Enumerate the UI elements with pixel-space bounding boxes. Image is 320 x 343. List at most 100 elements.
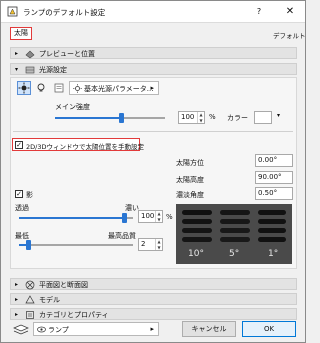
color-swatch[interactable]: [254, 111, 272, 124]
light-parameter-value: 基本光源パラメータ...: [84, 85, 154, 93]
divider: [13, 131, 293, 132]
shadow-scale-label: 5°: [229, 249, 240, 259]
category-icon: [26, 311, 34, 319]
section-category-header[interactable]: ▸ カテゴリとプロパティ: [10, 308, 297, 320]
shadow-scale-label: 1°: [268, 249, 279, 259]
preview-icon: [25, 50, 35, 59]
bulb-mode-button[interactable]: [34, 81, 48, 95]
layer-stack-icon: [13, 324, 29, 335]
stepper-icon[interactable]: ▲ ▼: [155, 211, 162, 222]
layer-dropdown[interactable]: ランプ ▸: [33, 322, 159, 336]
shadow-stroke: [182, 237, 212, 242]
sun-altitude-input[interactable]: 90.00°: [255, 171, 293, 184]
dense-label: 濃い: [125, 204, 139, 212]
shadow-stroke: [182, 210, 212, 215]
section-plan-header[interactable]: ▸ 平面図と断面図: [10, 278, 297, 290]
cancel-button[interactable]: キャンセル: [182, 321, 236, 337]
shadow-stroke: [258, 210, 286, 215]
shadow-stroke: [182, 228, 212, 233]
shadow-stroke: [258, 237, 286, 242]
main-intensity-value: 100: [181, 113, 195, 121]
main-intensity-input[interactable]: 100 ▲ ▼: [178, 111, 205, 124]
main-intensity-slider[interactable]: [55, 113, 165, 123]
main-intensity-unit: %: [209, 113, 216, 121]
section-plan-label: 平面図と断面図: [39, 281, 88, 289]
title-bar: ランプのデフォルト設定 ? ✕: [1, 1, 305, 23]
sun-small-icon: [73, 84, 82, 93]
section-light-header[interactable]: ▾ 光源設定: [10, 63, 297, 75]
section-preview-label: プレビューと位置: [39, 50, 95, 58]
transparency-slider[interactable]: [19, 213, 133, 223]
manual-sun-position-checkbox[interactable]: ✓: [15, 141, 23, 149]
shadow-stroke: [258, 228, 286, 233]
ok-button[interactable]: OK: [242, 321, 296, 337]
model-icon: [25, 295, 35, 304]
expand-arrow-icon: ▸: [15, 311, 19, 318]
quality-input[interactable]: 2 ▲ ▼: [138, 238, 163, 251]
collapse-arrow-icon: ▾: [15, 66, 19, 73]
transparency-label: 透過: [15, 204, 29, 212]
stepper-icon[interactable]: ▲ ▼: [197, 112, 204, 123]
eye-icon: [37, 326, 46, 333]
help-button[interactable]: ?: [252, 5, 266, 19]
expand-arrow-icon: ▸: [15, 281, 19, 288]
shadow-label: 影: [26, 191, 33, 199]
section-category-label: カテゴリとプロパティ: [39, 311, 109, 319]
default-label: デフォルト: [273, 32, 306, 40]
shadow-stroke: [182, 219, 212, 224]
shadow-stroke: [220, 219, 250, 224]
expand-arrow-icon: ▸: [15, 50, 19, 57]
sun-azimuth-value: 0.00°: [258, 156, 278, 164]
light-parameter-dropdown[interactable]: 基本光源パラメータ... ▸: [69, 81, 159, 95]
transparency-unit: %: [166, 213, 173, 221]
layer-dropdown-value: ランプ: [48, 326, 69, 334]
light-settings-icon: [25, 66, 35, 74]
transparency-fill: [19, 217, 124, 219]
transparency-thumb[interactable]: [121, 213, 127, 223]
bulb-icon: [37, 83, 45, 92]
section-preview-header[interactable]: ▸ プレビューと位置: [10, 47, 297, 59]
shadow-stroke: [220, 210, 250, 215]
quality-thumb[interactable]: [26, 240, 32, 250]
stepper-icon[interactable]: ▲ ▼: [155, 239, 162, 250]
list-view-button[interactable]: [52, 81, 66, 95]
section-light-label: 光源設定: [39, 66, 67, 74]
shadow-stroke: [258, 219, 286, 224]
dropdown-arrow-icon: ▸: [150, 84, 154, 92]
transparency-value: 100: [141, 212, 155, 220]
shadow-stroke: [220, 228, 250, 233]
section-model-label: モデル: [39, 296, 60, 304]
lamp-icon: [7, 6, 18, 17]
transparency-input[interactable]: 100 ▲ ▼: [138, 210, 163, 223]
dropdown-arrow-icon: ▸: [150, 325, 154, 333]
plan-section-icon: [25, 280, 35, 290]
main-intensity-label: メイン強度: [55, 103, 90, 111]
quality-slider[interactable]: [19, 240, 133, 250]
fuzziness-label: 濃淡角度: [176, 191, 204, 199]
sun-azimuth-label: 太陽方位: [176, 159, 204, 167]
expand-arrow-icon: ▸: [15, 296, 19, 303]
manual-sun-position-label: 2D/3Dウィンドウで太陽位置を手動設定: [26, 143, 144, 151]
quality-high-label: 最高品質: [108, 232, 136, 240]
sun-mode-button[interactable]: [17, 81, 31, 95]
fuzziness-value: 0.50°: [258, 189, 278, 197]
main-intensity-thumb[interactable]: [119, 113, 124, 123]
close-button[interactable]: ✕: [283, 5, 297, 19]
color-arrow-icon[interactable]: ▾: [277, 112, 280, 119]
color-label: カラー: [227, 114, 248, 122]
sun-tab-chip[interactable]: 太陽: [10, 27, 32, 40]
shadow-checkbox[interactable]: ✓: [15, 190, 23, 198]
section-model-header[interactable]: ▸ モデル: [10, 293, 297, 305]
main-intensity-fill: [55, 117, 121, 119]
shadow-scale-label: 10°: [188, 249, 204, 259]
sun-altitude-label: 太陽高度: [176, 176, 204, 184]
shadow-stroke: [220, 237, 250, 242]
sun-altitude-value: 90.00°: [258, 173, 282, 181]
shadow-softness-preview: 10° 5° 1°: [176, 204, 292, 264]
sun-icon: [18, 82, 30, 94]
fuzziness-input[interactable]: 0.50°: [255, 187, 293, 200]
quality-value: 2: [141, 240, 146, 248]
sun-azimuth-input[interactable]: 0.00°: [255, 154, 293, 167]
window-title: ランプのデフォルト設定: [23, 8, 106, 17]
lamp-default-settings-dialog: ランプのデフォルト設定 ? ✕ 太陽 デフォルト ▸ プレビューと位置 ▾ 光源…: [0, 0, 306, 343]
